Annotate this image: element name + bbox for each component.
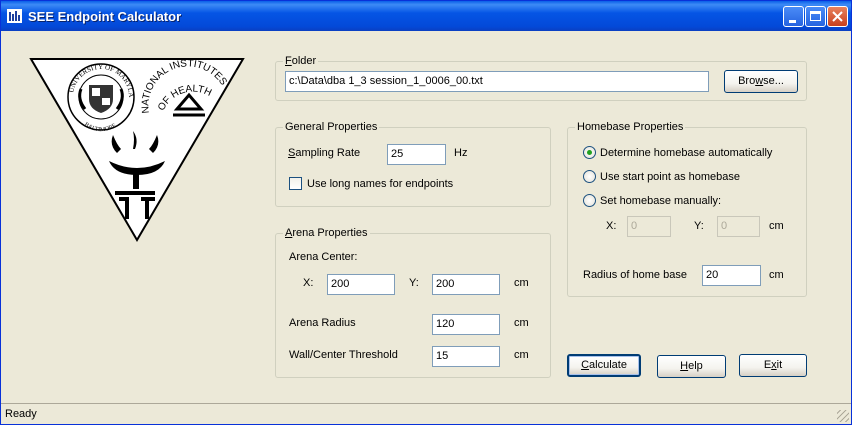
long-names-label[interactable]: Use long names for endpoints bbox=[307, 178, 453, 190]
homebase-start-point-label[interactable]: Use start point as homebase bbox=[600, 171, 740, 183]
arena-y-label: Y: bbox=[409, 277, 419, 289]
homebase-x-input[interactable]: 0 bbox=[627, 216, 671, 237]
arena-center-unit: cm bbox=[514, 277, 529, 289]
homebase-manual-radio[interactable] bbox=[583, 194, 596, 207]
status-bar: Ready bbox=[1, 403, 851, 424]
arena-x-label: X: bbox=[303, 277, 314, 289]
general-properties-legend: General Properties bbox=[283, 121, 380, 133]
sampling-rate-input[interactable]: 25 bbox=[387, 144, 446, 165]
arena-radius-unit: cm bbox=[514, 317, 529, 329]
homebase-auto-radio[interactable] bbox=[583, 146, 596, 159]
folder-legend: Folder bbox=[283, 55, 319, 67]
app-icon bbox=[7, 9, 22, 23]
title-bar[interactable]: SEE Endpoint Calculator bbox=[1, 1, 851, 31]
homebase-radius-input[interactable]: 20 bbox=[702, 265, 761, 286]
homebase-properties-legend: Homebase Properties bbox=[575, 121, 686, 133]
threshold-unit: cm bbox=[514, 349, 529, 361]
arena-properties-legend: Arena Properties bbox=[283, 227, 370, 239]
homebase-y-label: Y: bbox=[694, 220, 704, 232]
folder-path-input[interactable]: c:\Data\dba 1_3 session_1_0006_00.txt bbox=[285, 71, 709, 92]
arena-radius-input[interactable]: 120 bbox=[432, 314, 500, 335]
close-button[interactable] bbox=[827, 6, 848, 27]
window-title: SEE Endpoint Calculator bbox=[28, 9, 182, 24]
arena-center-y-input[interactable]: 200 bbox=[432, 274, 500, 295]
status-text: Ready bbox=[5, 408, 37, 420]
homebase-radius-unit: cm bbox=[769, 269, 784, 281]
long-names-checkbox[interactable] bbox=[289, 177, 302, 190]
close-icon bbox=[832, 11, 843, 22]
minimize-button[interactable] bbox=[783, 6, 804, 27]
main-window: SEE Endpoint Calculator UNIVERSITY OF MA… bbox=[0, 0, 852, 425]
radio-selected-dot bbox=[587, 150, 592, 155]
homebase-y-input[interactable]: 0 bbox=[717, 216, 760, 237]
browse-button[interactable]: Browse... bbox=[724, 70, 798, 93]
sampling-rate-unit: Hz bbox=[454, 147, 468, 159]
minimize-icon bbox=[789, 20, 796, 23]
maximize-button[interactable] bbox=[805, 6, 826, 27]
maximize-icon bbox=[810, 11, 821, 21]
general-properties-group: General Properties bbox=[275, 121, 551, 207]
homebase-auto-label[interactable]: Determine homebase automatically bbox=[600, 147, 772, 159]
homebase-start-point-radio[interactable] bbox=[583, 170, 596, 183]
sampling-rate-label: Sampling Rate bbox=[288, 147, 361, 159]
homebase-manual-unit: cm bbox=[769, 220, 784, 232]
threshold-input[interactable]: 15 bbox=[432, 346, 500, 367]
exit-button[interactable]: Exit bbox=[739, 354, 807, 377]
threshold-label: Wall/Center Threshold bbox=[289, 349, 398, 361]
help-button[interactable]: Help bbox=[657, 355, 726, 378]
calculate-button[interactable]: Calculate bbox=[567, 354, 641, 377]
homebase-radius-label: Radius of home base bbox=[583, 269, 687, 281]
institution-logo: UNIVERSITY OF MARYLAND BALTIMORE NATIONA… bbox=[29, 57, 245, 242]
arena-center-label: Arena Center: bbox=[289, 251, 358, 263]
homebase-manual-label[interactable]: Set homebase manually: bbox=[600, 195, 721, 207]
arena-radius-label: Arena Radius bbox=[289, 317, 356, 329]
homebase-x-label: X: bbox=[606, 220, 617, 232]
resize-grip-icon[interactable] bbox=[837, 410, 849, 422]
arena-center-x-input[interactable]: 200 bbox=[327, 274, 395, 295]
